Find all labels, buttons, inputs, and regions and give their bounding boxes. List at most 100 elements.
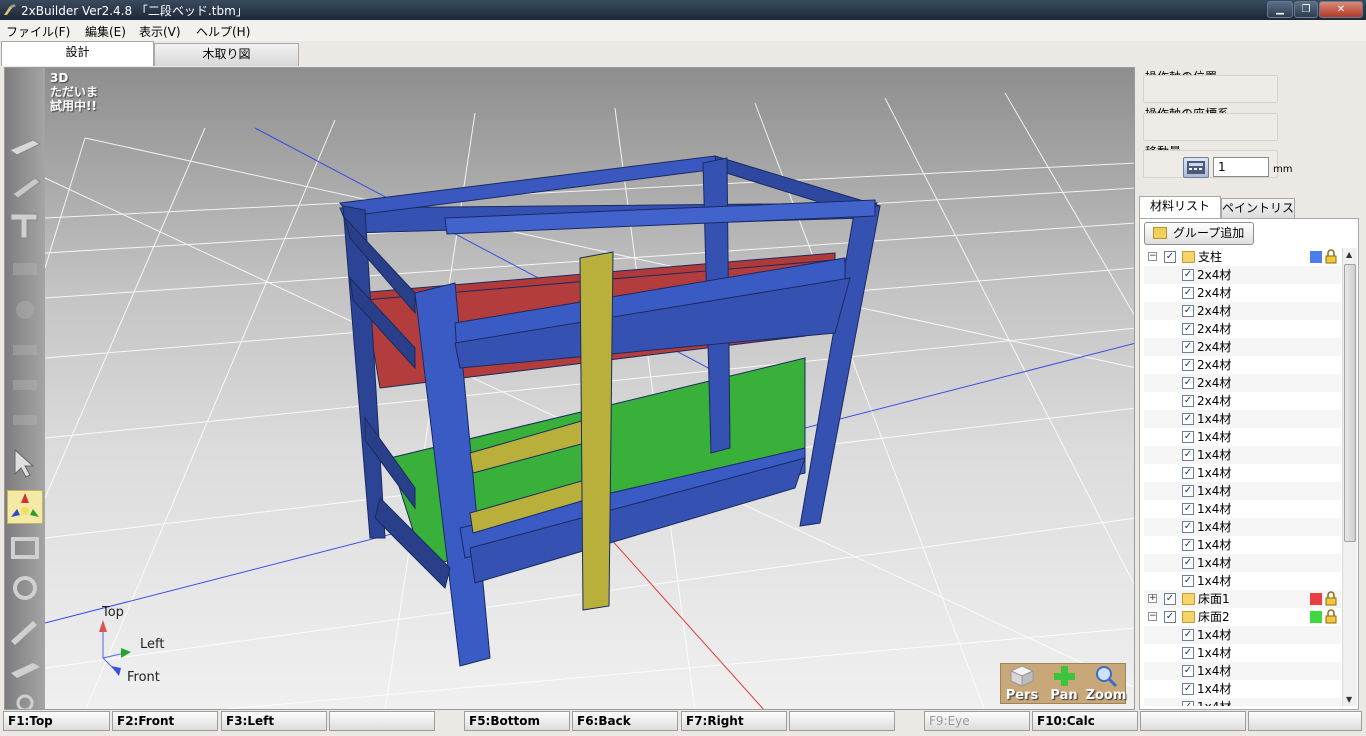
visibility-checkbox[interactable]: ✓ <box>1182 629 1194 641</box>
group-color-swatch[interactable] <box>1310 593 1322 605</box>
expand-icon[interactable]: + <box>1148 594 1157 603</box>
tree-item-row[interactable]: ✓1x4材 <box>1144 410 1341 428</box>
pan-button[interactable]: Pan <box>1043 664 1085 705</box>
visibility-checkbox[interactable]: ✓ <box>1182 701 1194 706</box>
visibility-checkbox[interactable]: ✓ <box>1182 431 1194 443</box>
fkey-f9-button[interactable]: F9:Eye <box>924 711 1030 731</box>
visibility-checkbox[interactable]: ✓ <box>1182 395 1194 407</box>
tree-item-row[interactable]: ✓ 2x4材 <box>1144 302 1341 320</box>
visibility-checkbox[interactable]: ✓ <box>1182 575 1194 587</box>
tool-4-icon[interactable] <box>7 253 43 287</box>
tree-item-row[interactable]: ✓1x4材 <box>1144 572 1341 590</box>
menu-file[interactable]: ファイル(F) <box>6 23 70 40</box>
lock-icon[interactable] <box>1325 609 1337 624</box>
tree-item-row[interactable]: ✓1x4材 <box>1144 536 1341 554</box>
axis-position-field[interactable] <box>1143 75 1278 103</box>
select-arrow-icon[interactable] <box>7 446 43 480</box>
visibility-checkbox[interactable]: ✓ <box>1182 269 1194 281</box>
tree-item-row[interactable]: ✓1x4材 <box>1144 626 1341 644</box>
tree-item-row[interactable]: ✓1x4材 <box>1144 554 1341 572</box>
move-axis-tool-icon[interactable] <box>7 490 43 524</box>
visibility-checkbox[interactable]: ✓ <box>1164 611 1176 623</box>
extend-tool-icon[interactable] <box>7 613 43 647</box>
tree-item-row[interactable]: ✓1x4材 <box>1144 446 1341 464</box>
tree-item-row[interactable]: ✓1x4材 <box>1144 644 1341 662</box>
visibility-checkbox[interactable]: ✓ <box>1182 485 1194 497</box>
add-group-button[interactable]: グループ追加 <box>1144 222 1254 245</box>
group-color-swatch[interactable] <box>1310 251 1322 263</box>
visibility-checkbox[interactable]: ✓ <box>1182 521 1194 533</box>
beam-tool-icon[interactable] <box>7 170 43 204</box>
tab-material-list[interactable]: 材料リスト <box>1139 196 1221 218</box>
tab-paint-list[interactable]: ペイントリスト <box>1221 198 1295 233</box>
fkey-f6-button[interactable]: F6:Back <box>572 711 678 731</box>
minimize-button[interactable]: ▁ <box>1267 1 1293 18</box>
visibility-checkbox[interactable]: ✓ <box>1182 341 1194 353</box>
3d-viewport[interactable]: 3D ただいま 試用中!! Top Left Front Pers Pan Zo… <box>4 67 1135 710</box>
close-button[interactable]: ✕ <box>1319 1 1363 18</box>
menu-edit[interactable]: 編集(E) <box>85 23 126 40</box>
collapse-icon[interactable]: − <box>1148 612 1157 621</box>
lock-icon[interactable] <box>1325 591 1337 606</box>
visibility-checkbox[interactable]: ✓ <box>1182 413 1194 425</box>
maximize-button[interactable]: ❐ <box>1294 1 1318 18</box>
tree-item-row[interactable]: ✓ 2x4材 <box>1144 266 1341 284</box>
tree-group-row[interactable]: + ✓ 床面1 <box>1144 590 1341 608</box>
visibility-checkbox[interactable]: ✓ <box>1164 251 1176 263</box>
visibility-checkbox[interactable]: ✓ <box>1182 323 1194 335</box>
scale-tool-icon[interactable] <box>7 651 43 685</box>
fkey-f10-button[interactable]: F10:Calc <box>1032 711 1138 731</box>
tree-item-row[interactable]: ✓ 2x4材 <box>1144 284 1341 302</box>
tree-scrollbar[interactable]: ▲ ▼ <box>1342 248 1357 706</box>
board-tool-icon[interactable] <box>7 128 43 162</box>
scroll-thumb[interactable] <box>1344 264 1356 542</box>
rotate-tool-icon[interactable] <box>7 531 43 565</box>
tree-item-row[interactable]: ✓1x4材 <box>1144 680 1341 698</box>
hide-tool-icon[interactable] <box>7 683 43 709</box>
fkey-empty-button[interactable] <box>1248 711 1362 731</box>
visibility-checkbox[interactable]: ✓ <box>1182 683 1194 695</box>
tree-item-row[interactable]: ✓1x4材 <box>1144 698 1341 706</box>
visibility-checkbox[interactable]: ✓ <box>1182 359 1194 371</box>
pers-button[interactable]: Pers <box>1001 664 1043 705</box>
tree-item-row[interactable]: ✓1x4材 <box>1144 518 1341 536</box>
fkey-f3-button[interactable]: F3:Left <box>221 711 327 731</box>
tree-item-row[interactable]: ✓ 2x4材 <box>1144 320 1341 338</box>
fkey-f1-button[interactable]: F1:Top <box>3 711 110 731</box>
tab-design[interactable]: 設計 <box>1 41 154 66</box>
group-color-swatch[interactable] <box>1310 611 1322 623</box>
collapse-icon[interactable]: − <box>1148 252 1157 261</box>
visibility-checkbox[interactable]: ✓ <box>1182 647 1194 659</box>
visibility-checkbox[interactable]: ✓ <box>1182 503 1194 515</box>
fkey-f5-button[interactable]: F5:Bottom <box>464 711 570 731</box>
tree-item-row[interactable]: ✓1x4材 <box>1144 428 1341 446</box>
move-amount-input[interactable]: 1 <box>1213 157 1269 177</box>
bunk-bed-scene[interactable] <box>5 68 1135 710</box>
visibility-checkbox[interactable]: ✓ <box>1182 557 1194 569</box>
calculator-button[interactable] <box>1183 157 1209 178</box>
visibility-checkbox[interactable]: ✓ <box>1182 665 1194 677</box>
tree-item-row[interactable]: ✓ 2x4材 <box>1144 356 1341 374</box>
axis-coords-field[interactable] <box>1143 113 1278 141</box>
tree-item-row[interactable]: ✓1x4材 <box>1144 662 1341 680</box>
tree-item-row[interactable]: ✓1x4材 <box>1144 500 1341 518</box>
tree-group-row[interactable]: − ✓ 床面2 <box>1144 608 1341 626</box>
scroll-down-icon[interactable]: ▼ <box>1346 695 1352 704</box>
tab-cut-diagram[interactable]: 木取り図 <box>154 43 299 66</box>
tool-7-icon[interactable] <box>7 368 43 402</box>
tree-item-row[interactable]: ✓ 2x4材 <box>1144 374 1341 392</box>
visibility-checkbox[interactable]: ✓ <box>1182 305 1194 317</box>
visibility-checkbox[interactable]: ✓ <box>1164 593 1176 605</box>
tree-item-row[interactable]: ✓1x4材 <box>1144 482 1341 500</box>
fkey-empty-button[interactable] <box>789 711 895 731</box>
tool-8-icon[interactable] <box>7 403 43 437</box>
fkey-empty-button[interactable] <box>1140 711 1246 731</box>
tree-item-row[interactable]: ✓ 2x4材 <box>1144 392 1341 410</box>
scroll-up-icon[interactable]: ▲ <box>1346 250 1352 259</box>
tool-5-icon[interactable] <box>7 293 43 327</box>
visibility-checkbox[interactable]: ✓ <box>1182 449 1194 461</box>
tree-group-row[interactable]: − ✓ 支柱 <box>1144 248 1341 266</box>
lock-icon[interactable] <box>1325 249 1337 264</box>
flip-tool-icon[interactable] <box>7 571 43 605</box>
menu-view[interactable]: 表示(V) <box>139 23 181 40</box>
